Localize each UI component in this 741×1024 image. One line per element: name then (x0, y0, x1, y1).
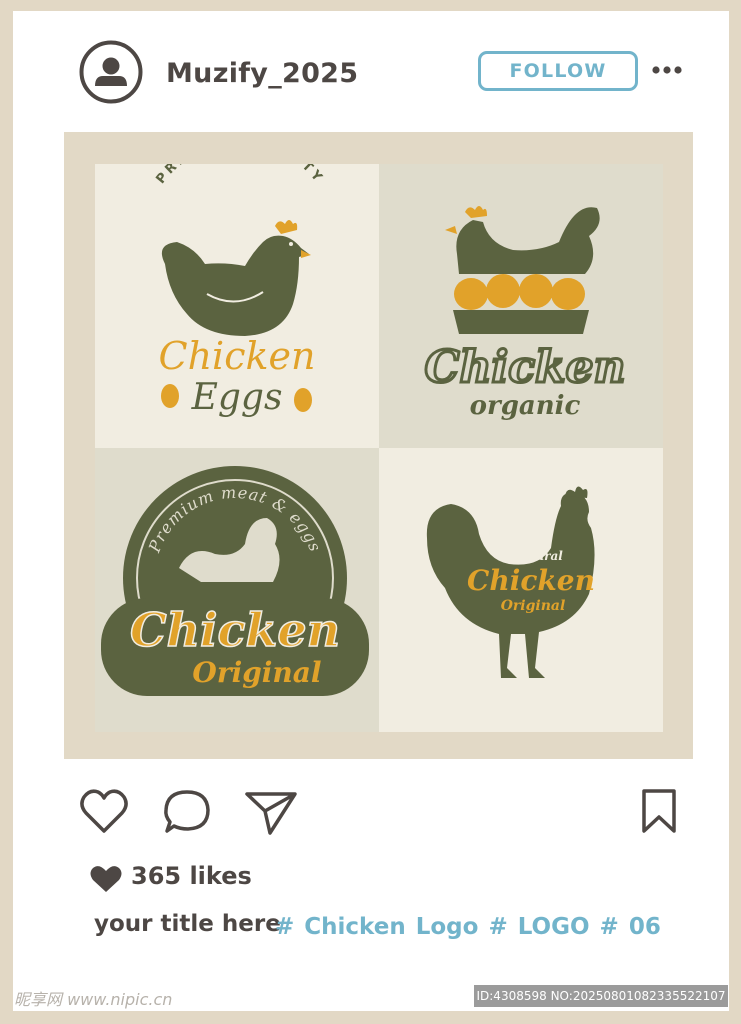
nesting-hen-icon (445, 206, 600, 274)
watermark-logo: 昵享网 www.nipic.cn (14, 990, 173, 1009)
more-options-icon[interactable] (651, 62, 683, 78)
logo1-subtitle: Eggs (191, 377, 283, 418)
username[interactable]: Muzify_2025 (166, 58, 358, 89)
hen-icon (161, 220, 311, 336)
likes-heart-icon (90, 866, 122, 892)
logo1-arc-text: PREMIUM QUALITY (153, 164, 323, 187)
logo-natural-chicken: Natural Chicken Original (379, 448, 663, 732)
bookmark-icon[interactable] (640, 786, 678, 838)
logo4-small-text: Natural (510, 549, 563, 563)
post-image[interactable]: PREMIUM QUALITY Chicken Eggs (64, 132, 693, 759)
logo1-title: Chicken (159, 334, 316, 378)
logo-chicken-original-badge: Premium meat & eggs Chicken Original (95, 448, 379, 732)
heart-icon[interactable] (78, 786, 130, 838)
egg-icon (161, 384, 179, 408)
logo4-subtitle: Original (501, 598, 566, 614)
likes-count[interactable]: 365 likes (131, 862, 252, 890)
logo4-title: Chicken (467, 564, 595, 597)
svg-text:PREMIUM QUALITY: PREMIUM QUALITY (153, 164, 326, 187)
follow-button[interactable]: FOLLOW (478, 51, 638, 91)
comment-icon[interactable] (162, 786, 212, 838)
logo3-subtitle: Original (192, 656, 321, 689)
logo2-subtitle: organic (470, 391, 581, 421)
egg-icon (294, 388, 312, 412)
watermark-id: ID:4308598 NO:20250801082335522107 (474, 985, 728, 1007)
hashtags[interactable]: # Chicken Logo # LOGO # 06 (275, 914, 661, 940)
eggs-icon (454, 274, 585, 310)
logo2-title: Chicken (425, 342, 626, 393)
logo-chicken-eggs: PREMIUM QUALITY Chicken Eggs (95, 164, 379, 448)
avatar-icon[interactable] (79, 40, 143, 104)
share-icon[interactable] (244, 786, 298, 838)
logo-chicken-organic: Chicken organic (379, 164, 663, 448)
logo3-title: Chicken (130, 603, 340, 657)
post-caption: your title here (94, 911, 281, 937)
nest-basket (453, 310, 589, 334)
